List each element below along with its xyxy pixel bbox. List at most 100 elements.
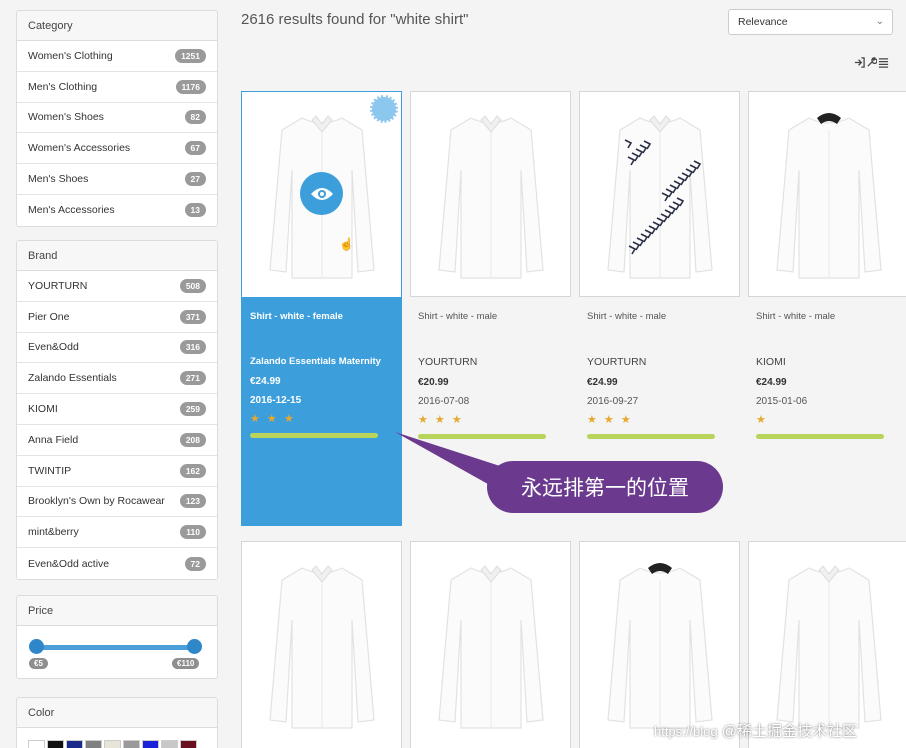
product-image[interactable] xyxy=(749,542,906,747)
color-swatch[interactable] xyxy=(142,740,159,748)
category-facet-item[interactable]: Men's Clothing 1176 xyxy=(17,71,217,103)
list-icon[interactable] xyxy=(878,57,889,68)
category-facet-label: Men's Clothing xyxy=(28,80,98,93)
brand-facet-item[interactable]: mint&berry 110 xyxy=(17,517,217,549)
view-toolbar xyxy=(854,57,889,68)
product-price: €24.99 xyxy=(587,377,618,388)
product-card[interactable] xyxy=(748,541,906,748)
price-header: Price xyxy=(17,596,217,626)
price-slider-track[interactable] xyxy=(36,645,194,650)
brand-facet-item[interactable]: Pier One 371 xyxy=(17,301,217,333)
color-panel: Color xyxy=(16,697,218,748)
category-facet-item[interactable]: Men's Accessories 13 xyxy=(17,194,217,226)
color-swatch[interactable] xyxy=(104,740,121,748)
sort-select[interactable]: Relevance ⌄ xyxy=(728,9,893,35)
brand-facet-item[interactable]: Anna Field 208 xyxy=(17,424,217,456)
wrench-icon[interactable] xyxy=(866,57,877,68)
color-swatch[interactable] xyxy=(85,740,102,748)
brand-facet-label: KIOMI xyxy=(28,403,58,416)
color-swatch[interactable] xyxy=(28,740,45,748)
sign-in-icon[interactable] xyxy=(854,57,865,68)
category-facet-count-badge: 1176 xyxy=(175,79,206,94)
brand-header: Brand xyxy=(17,241,217,271)
brand-facet-item[interactable]: Even&Odd active 72 xyxy=(17,548,217,579)
category-facet-count-badge: 82 xyxy=(184,110,206,125)
category-facet-count-badge: 67 xyxy=(184,141,206,156)
price-panel: Price €5 €110 xyxy=(16,595,218,679)
brand-facet-count-badge: 72 xyxy=(184,556,206,571)
product-image[interactable]: ☝ xyxy=(242,92,401,297)
brand-facet-item[interactable]: YOURTURN 508 xyxy=(17,271,217,302)
color-swatch[interactable] xyxy=(123,740,140,748)
product-price: €20.99 xyxy=(418,377,449,388)
brand-facet-item[interactable]: Even&Odd 316 xyxy=(17,332,217,364)
brand-facet-count-badge: 271 xyxy=(179,371,206,386)
price-slider[interactable]: €5 €110 xyxy=(17,626,217,678)
product-card[interactable] xyxy=(241,541,402,748)
product-date: 2016-09-27 xyxy=(587,396,639,407)
product-card[interactable] xyxy=(748,91,906,297)
brand-facet-item[interactable]: KIOMI 259 xyxy=(17,394,217,425)
category-facet-item[interactable]: Women's Clothing 1251 xyxy=(17,41,217,72)
product-info[interactable]: Shirt - white - male KIOMI €24.99 2015-01-0… xyxy=(748,297,906,439)
brand-facet-item[interactable]: Zalando Essentials 271 xyxy=(17,363,217,395)
product-brand: YOURTURN xyxy=(418,356,478,368)
product-image[interactable] xyxy=(411,542,570,747)
hand-cursor-icon: ☝ xyxy=(339,237,354,251)
watermark: https://blog @稀土掘金技术社区 xyxy=(654,723,858,740)
brand-facet-count-badge: 162 xyxy=(179,463,206,478)
category-facet-item[interactable]: Women's Shoes 82 xyxy=(17,102,217,134)
color-swatch[interactable] xyxy=(66,740,83,748)
product-info[interactable]: Shirt - white - male YOURTURN €24.99 2016-0… xyxy=(579,297,740,439)
color-swatch[interactable] xyxy=(180,740,197,748)
sort-select-value: Relevance xyxy=(738,16,788,28)
category-facet-count-badge: 27 xyxy=(184,172,206,187)
product-image[interactable] xyxy=(411,92,570,296)
product-date: 2016-07-08 xyxy=(418,396,470,407)
color-header: Color xyxy=(17,698,217,728)
category-facet-label: Men's Shoes xyxy=(28,173,89,186)
product-card[interactable] xyxy=(410,541,571,748)
brand-facet-count-badge: 208 xyxy=(179,432,206,447)
rating-stars: ★ ★ ★ xyxy=(418,414,464,426)
price-slider-min-handle[interactable] xyxy=(29,639,44,654)
product-card[interactable]: ☝ Shirt - white - female Zalando Essential… xyxy=(241,91,402,526)
rating-stars: ★ xyxy=(756,414,768,426)
chevron-down-icon: ⌄ xyxy=(875,16,884,27)
product-card[interactable] xyxy=(410,91,571,297)
product-image[interactable] xyxy=(580,542,739,747)
brand-facet-item[interactable]: TWINTIP 162 xyxy=(17,455,217,487)
category-facet-item[interactable]: Men's Shoes 27 xyxy=(17,164,217,195)
product-info[interactable]: Shirt - white - female Zalando Essentials… xyxy=(242,297,401,525)
product-price: €24.99 xyxy=(250,376,281,387)
product-brand: Zalando Essentials Maternity xyxy=(250,356,381,367)
brand-panel: Brand YOURTURN 508 Pier One 371 Even&Odd 316 Z… xyxy=(16,240,218,580)
price-slider-max-handle[interactable] xyxy=(187,639,202,654)
product-date: 2016-12-15 xyxy=(250,395,302,406)
product-card[interactable] xyxy=(579,541,740,748)
product-title: Shirt - white - female xyxy=(250,311,343,322)
price-max-label: €110 xyxy=(172,658,200,669)
brand-facet-item[interactable]: Brooklyn's Own by Rocawear 123 xyxy=(17,486,217,518)
brand-facet-count-badge: 371 xyxy=(179,309,206,324)
category-facet-item[interactable]: Women's Accessories 67 xyxy=(17,133,217,165)
category-panel: Category Women's Clothing 1251 Men's Cloth… xyxy=(16,10,218,227)
eye-icon xyxy=(310,187,333,200)
color-swatch[interactable] xyxy=(161,740,178,748)
product-info[interactable]: Shirt - white - male YOURTURN €20.99 2016-0… xyxy=(410,297,571,439)
badge-seal-icon xyxy=(370,95,398,123)
category-facet-count-badge: 13 xyxy=(184,203,206,218)
brand-facet-count-badge: 316 xyxy=(179,340,206,355)
product-image[interactable] xyxy=(242,542,401,747)
results-count: 2616 results found for "white shirt" xyxy=(241,11,469,28)
product-title: Shirt - white - male xyxy=(418,311,498,322)
product-image[interactable] xyxy=(580,92,739,296)
quick-view-button[interactable] xyxy=(300,172,343,215)
brand-facet-label: TWINTIP xyxy=(28,464,72,477)
brand-facet-label: YOURTURN xyxy=(28,279,88,292)
category-header: Category xyxy=(17,11,217,41)
product-image[interactable] xyxy=(749,92,906,296)
category-facet-label: Women's Accessories xyxy=(28,142,131,155)
product-card[interactable] xyxy=(579,91,740,297)
color-swatch[interactable] xyxy=(47,740,64,748)
